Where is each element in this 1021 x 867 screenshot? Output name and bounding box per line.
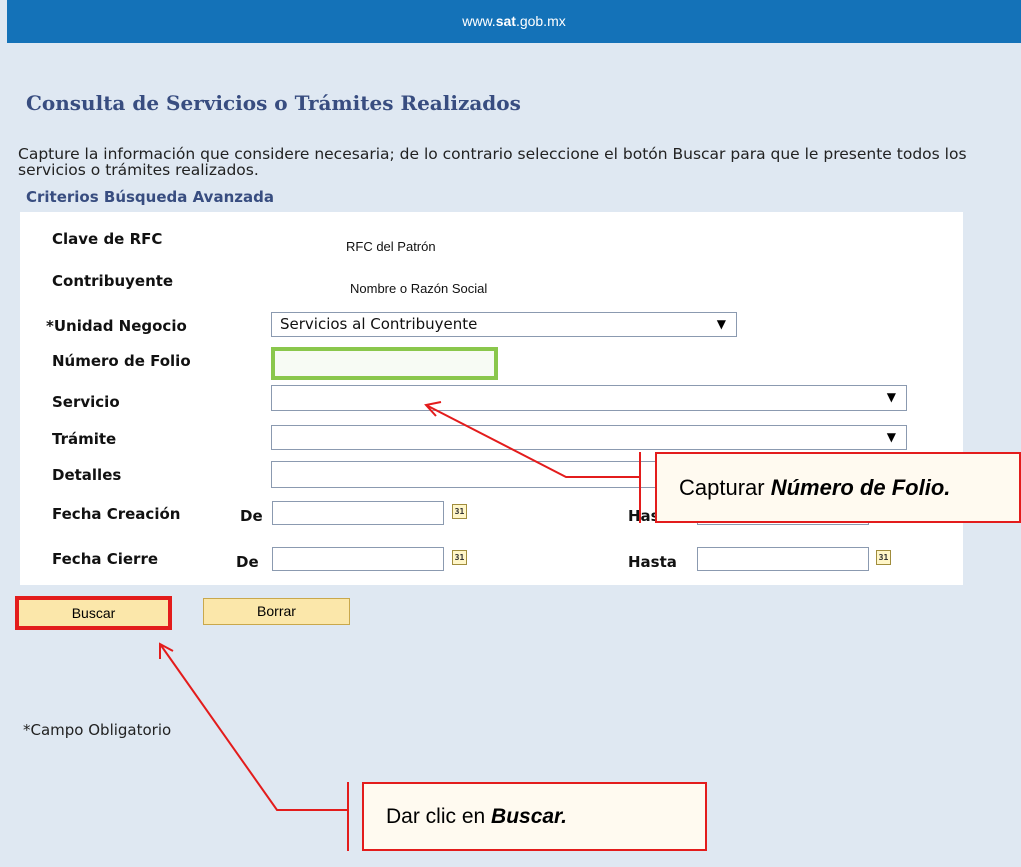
folio-arrow-line xyxy=(425,404,640,478)
annotation-arrows xyxy=(159,401,641,851)
buscar-arrow-line xyxy=(159,643,348,811)
